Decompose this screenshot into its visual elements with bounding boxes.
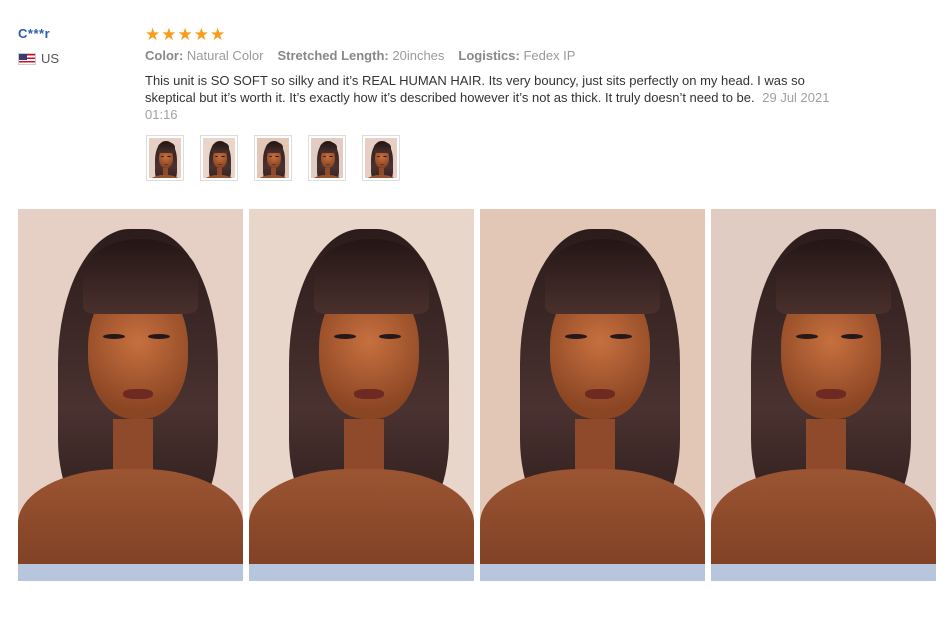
country-code: US — [41, 51, 60, 66]
reviewer-info: C***r US — [18, 26, 59, 66]
reviewer-country: US — [18, 51, 59, 66]
us-flag-icon — [18, 52, 36, 65]
meta-length: Stretched Length: 20inches — [277, 48, 445, 63]
photo-gallery — [18, 209, 936, 581]
review-thumbnail[interactable] — [146, 135, 184, 181]
review-photo[interactable] — [480, 209, 705, 581]
star-icon: ★ — [177, 25, 193, 44]
review-body: ★ ★ ★ ★ ★ Color: Natural Color Stretched… — [145, 26, 845, 123]
star-icon: ★ — [161, 25, 177, 44]
star-icon: ★ — [210, 25, 226, 44]
review-thumbnail[interactable] — [362, 135, 400, 181]
review-thumbnail[interactable] — [308, 135, 346, 181]
review-thumbnail[interactable] — [254, 135, 292, 181]
review-photo[interactable] — [18, 209, 243, 581]
review-content: This unit is SO SOFT so silky and it’s R… — [145, 73, 805, 105]
review-photo[interactable] — [711, 209, 936, 581]
reviewer-name: C***r — [18, 26, 51, 41]
meta-logistics: Logistics: Fedex IP — [458, 48, 576, 63]
star-icon: ★ — [193, 25, 209, 44]
review-text: This unit is SO SOFT so silky and it’s R… — [145, 72, 845, 123]
review-meta: Color: Natural Color Stretched Length: 2… — [145, 48, 845, 63]
meta-color: Color: Natural Color — [145, 48, 264, 63]
star-rating: ★ ★ ★ ★ ★ — [145, 26, 845, 44]
star-icon: ★ — [145, 25, 161, 44]
review-thumbnail[interactable] — [200, 135, 238, 181]
review-photo[interactable] — [249, 209, 474, 581]
thumbnail-strip — [146, 135, 400, 181]
